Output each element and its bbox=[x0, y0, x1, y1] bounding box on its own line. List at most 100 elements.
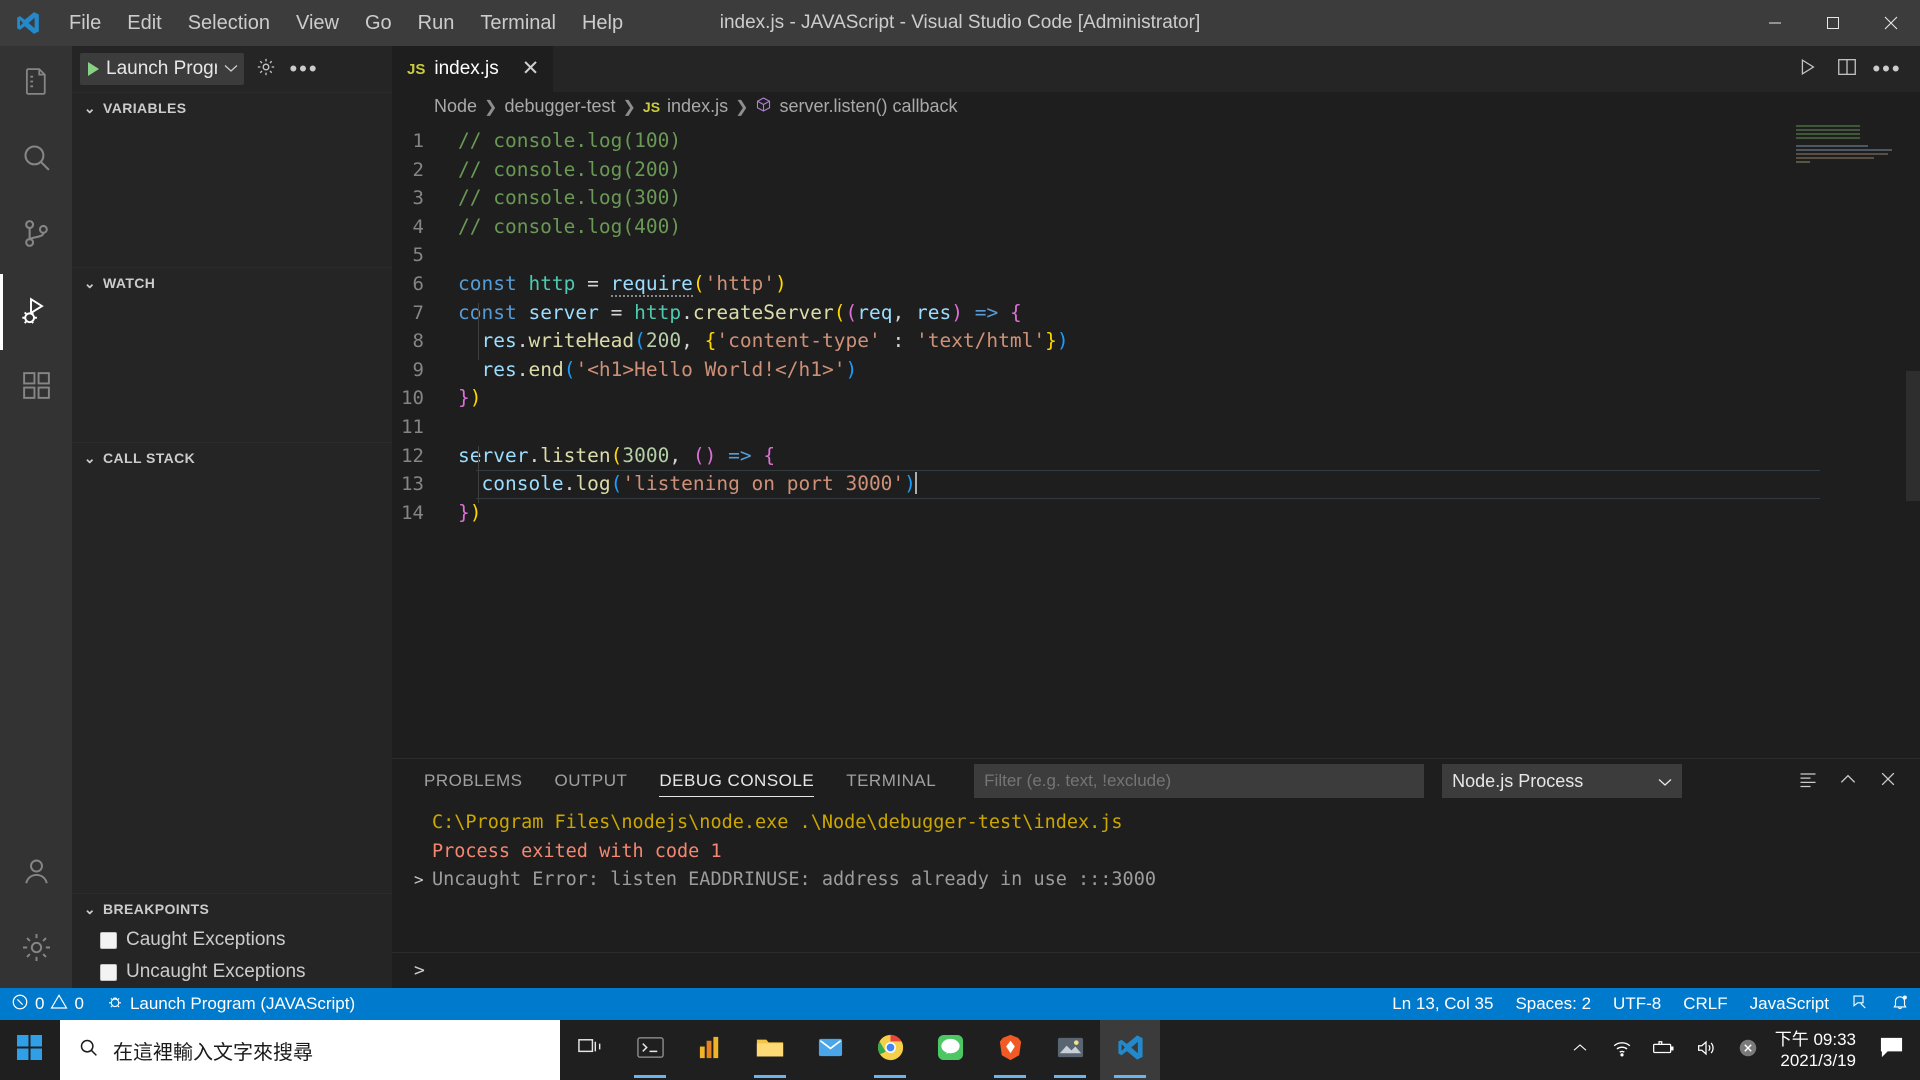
run-file-button[interactable] bbox=[1788, 50, 1826, 88]
code-editor[interactable]: 1 // console.log(100) 2 // console.log(200)… bbox=[392, 121, 1920, 758]
code-line[interactable]: 6 const http = require('http') bbox=[392, 270, 1920, 299]
menu-help[interactable]: Help bbox=[569, 8, 636, 39]
taskbar-app-brave[interactable] bbox=[980, 1020, 1040, 1080]
code-line[interactable]: 1 // console.log(100) bbox=[392, 127, 1920, 156]
volume-button[interactable] bbox=[1685, 1020, 1727, 1080]
status-indentation[interactable]: Spaces: 2 bbox=[1504, 988, 1602, 1020]
close-panel-button[interactable] bbox=[1870, 763, 1906, 799]
watch-label: WATCH bbox=[103, 275, 156, 291]
activity-item-source-control[interactable] bbox=[0, 198, 72, 274]
tab-index-js[interactable]: JS index.js ✕ bbox=[392, 46, 555, 92]
code-line[interactable]: 12 server.listen(3000, () => { bbox=[392, 442, 1920, 471]
tab-debug-console[interactable]: DEBUG CONSOLE bbox=[643, 759, 830, 803]
launch-configuration-select[interactable]: Launch Progra bbox=[80, 53, 244, 85]
activity-item-manage[interactable] bbox=[0, 912, 72, 988]
chevron-right-icon: ❯ bbox=[622, 98, 636, 116]
close-icon[interactable]: ✕ bbox=[522, 58, 540, 79]
menu-view[interactable]: View bbox=[283, 8, 352, 39]
status-eol[interactable]: CRLF bbox=[1672, 988, 1738, 1020]
close-icon[interactable] bbox=[1862, 0, 1920, 46]
action-center-button[interactable] bbox=[1868, 1020, 1914, 1080]
status-notifications[interactable] bbox=[1880, 988, 1920, 1020]
breadcrumb-item-server-listen-callback[interactable]: server.listen() callback bbox=[779, 96, 957, 117]
taskbar-app-terminal[interactable] bbox=[620, 1020, 680, 1080]
status-cursor-position[interactable]: Ln 13, Col 35 bbox=[1381, 988, 1504, 1020]
code-line[interactable]: 5 bbox=[392, 241, 1920, 270]
activity-item-accounts[interactable] bbox=[0, 836, 72, 912]
taskbar-app-file-explorer[interactable] bbox=[740, 1020, 800, 1080]
windows-start-icon bbox=[17, 1034, 43, 1066]
system-tray: 下午 09:33 2021/3/19 bbox=[1559, 1020, 1920, 1080]
breakpoint-caught-exceptions[interactable]: Caught Exceptions bbox=[72, 924, 392, 956]
debug-console-output[interactable]: C:\Program Files\nodejs\node.exe .\Node\… bbox=[392, 803, 1920, 952]
clear-console-button[interactable] bbox=[1790, 763, 1826, 799]
tab-terminal[interactable]: TERMINAL bbox=[830, 759, 952, 803]
maximize-icon[interactable] bbox=[1804, 0, 1862, 46]
taskbar-app-line[interactable] bbox=[920, 1020, 980, 1080]
taskbar-app-chrome[interactable] bbox=[860, 1020, 920, 1080]
taskbar-search[interactable]: 在這裡輸入文字來搜尋 bbox=[60, 1020, 560, 1080]
activity-item-explorer[interactable] bbox=[0, 46, 72, 122]
call-stack-section-header[interactable]: ⌄ CALL STACK bbox=[72, 443, 392, 473]
process-select[interactable]: Node.js Process bbox=[1442, 764, 1683, 798]
editor-more-actions-button[interactable]: ••• bbox=[1868, 50, 1906, 88]
tab-problems[interactable]: PROBLEMS bbox=[408, 759, 538, 803]
code-line[interactable]: 10}) bbox=[392, 384, 1920, 413]
warning-icon bbox=[50, 993, 69, 1016]
menu-terminal[interactable]: Terminal bbox=[467, 8, 569, 39]
menu-go[interactable]: Go bbox=[352, 8, 405, 39]
status-encoding[interactable]: UTF-8 bbox=[1602, 988, 1672, 1020]
code-line[interactable]: 7 const server = http.createServer((req, … bbox=[392, 299, 1920, 328]
activity-item-extensions[interactable] bbox=[0, 350, 72, 426]
activity-item-search[interactable] bbox=[0, 122, 72, 198]
battery-button[interactable] bbox=[1643, 1020, 1685, 1080]
code-line[interactable]: 13 console.log('listening on port 3000') bbox=[392, 470, 1920, 499]
code-line[interactable]: 3 // console.log(300) bbox=[392, 184, 1920, 213]
menu-run[interactable]: Run bbox=[405, 8, 468, 39]
status-feedback[interactable] bbox=[1840, 988, 1880, 1020]
status-language-mode[interactable]: JavaScript bbox=[1739, 988, 1840, 1020]
task-view-button[interactable] bbox=[560, 1020, 620, 1080]
start-button[interactable] bbox=[0, 1020, 60, 1080]
status-problems[interactable]: 0 0 bbox=[0, 988, 95, 1020]
breadcrumb-item-debugger-test[interactable]: debugger-test bbox=[504, 96, 615, 117]
show-hidden-icons-button[interactable] bbox=[1559, 1020, 1601, 1080]
taskbar-app-photos[interactable] bbox=[1040, 1020, 1100, 1080]
minimap[interactable] bbox=[1796, 125, 1906, 183]
debug-settings-button[interactable] bbox=[250, 53, 282, 85]
split-editor-button[interactable] bbox=[1828, 50, 1866, 88]
menu-edit[interactable]: Edit bbox=[114, 8, 174, 39]
status-launch-program[interactable]: Launch Program (JAVAScript) bbox=[95, 988, 366, 1020]
filter-input[interactable] bbox=[974, 764, 1425, 798]
code-line[interactable]: 8 res.writeHead(200, {'content-type' : '… bbox=[392, 327, 1920, 356]
editor-scrollbar[interactable] bbox=[1906, 371, 1920, 501]
breakpoints-section-header[interactable]: ⌄ BREAKPOINTS bbox=[72, 894, 392, 924]
activity-item-run-and-debug[interactable] bbox=[0, 274, 72, 350]
taskbar-app-mail[interactable] bbox=[800, 1020, 860, 1080]
breakpoint-uncaught-exceptions[interactable]: Uncaught Exceptions bbox=[72, 956, 392, 988]
sync-error-button[interactable] bbox=[1727, 1020, 1769, 1080]
debug-more-actions-button[interactable]: ••• bbox=[288, 53, 320, 85]
network-button[interactable] bbox=[1601, 1020, 1643, 1080]
tab-output[interactable]: OUTPUT bbox=[538, 759, 643, 803]
maximize-panel-button[interactable] bbox=[1830, 763, 1866, 799]
minimize-icon[interactable] bbox=[1746, 0, 1804, 46]
checkbox-icon[interactable] bbox=[100, 963, 117, 981]
checkbox-icon[interactable] bbox=[100, 931, 117, 949]
code-line[interactable]: 9 res.end('<h1>Hello World!</h1>') bbox=[392, 356, 1920, 385]
code-line[interactable]: 4 // console.log(400) bbox=[392, 213, 1920, 242]
taskbar-clock[interactable]: 下午 09:33 2021/3/19 bbox=[1769, 1029, 1868, 1071]
menu-file[interactable]: File bbox=[56, 8, 114, 39]
code-line[interactable]: 11 bbox=[392, 413, 1920, 442]
code-line[interactable]: 14}) bbox=[392, 499, 1920, 528]
variables-section-header[interactable]: ⌄ VARIABLES bbox=[72, 93, 392, 123]
breadcrumb-item-node[interactable]: Node bbox=[434, 96, 477, 117]
taskbar-app-store[interactable] bbox=[680, 1020, 740, 1080]
play-icon[interactable] bbox=[88, 62, 99, 76]
debug-console-input[interactable]: > bbox=[392, 952, 1920, 988]
taskbar-app-vscode[interactable] bbox=[1100, 1020, 1160, 1080]
breadcrumb-item-index-js[interactable]: index.js bbox=[667, 96, 728, 117]
menu-selection[interactable]: Selection bbox=[175, 8, 283, 39]
code-line[interactable]: 2 // console.log(200) bbox=[392, 156, 1920, 185]
watch-section-header[interactable]: ⌄ WATCH bbox=[72, 268, 392, 298]
